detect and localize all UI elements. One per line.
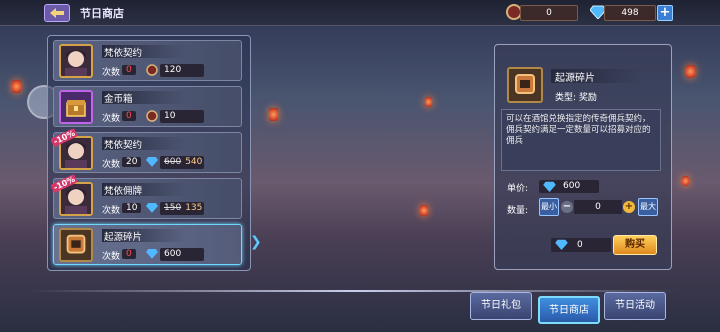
shop-item-row[interactable]: 起源碎片次数 0 600 xyxy=(53,224,242,265)
diamond-icon xyxy=(543,181,556,192)
old-price: 600 xyxy=(164,157,182,167)
lantern xyxy=(420,205,428,216)
diamond-icon xyxy=(555,239,568,250)
back-arrow-icon xyxy=(50,8,64,18)
back-button[interactable] xyxy=(44,4,70,22)
lantern xyxy=(686,65,695,78)
detail-description: 可以在酒馆兑换指定的传奇佣兵契约，佣兵契约满足一定数量可以招募对应的佣兵 xyxy=(501,109,661,171)
page-title: 节日商店 xyxy=(80,7,124,20)
detail-item-name: 起源碎片 xyxy=(551,69,641,84)
detail-type: 类型: 奖励 xyxy=(555,90,597,103)
quantity-input[interactable]: 0 xyxy=(574,200,622,214)
festival-token-icon xyxy=(146,64,158,76)
item-name: 金币箱 xyxy=(102,91,186,105)
item-detail-panel: 起源碎片 类型: 奖励 可以在酒馆兑换指定的传奇佣兵契约，佣兵契约满足一定数量可… xyxy=(494,44,672,270)
shop-item-row[interactable]: -10% 梵依契约 次数 20 600 540 xyxy=(50,127,242,173)
hero-portrait-icon xyxy=(59,44,93,78)
min-quantity-button[interactable]: 最小 xyxy=(539,198,559,216)
tab-festival-event[interactable]: 节日活动 xyxy=(604,292,666,320)
count-value: 0 xyxy=(122,111,136,121)
count-label: 次数 xyxy=(102,114,121,124)
count-label: 次数 xyxy=(102,68,121,78)
diamond-count: 498 xyxy=(604,5,656,21)
count-label: 次数 xyxy=(102,206,121,216)
item-price: 150 135 xyxy=(160,202,204,215)
shop-item-row[interactable]: 金币箱次数 0 10 xyxy=(53,86,242,127)
count-label: 次数 xyxy=(102,160,121,170)
tab-festival-shop[interactable]: 节日商店 xyxy=(538,296,600,324)
quantity-label: 数量: xyxy=(507,206,529,216)
count-value: 0 xyxy=(122,65,136,75)
count-value: 20 xyxy=(122,157,142,167)
count-value: 0 xyxy=(122,249,136,259)
lantern xyxy=(269,108,278,121)
max-quantity-button[interactable]: 最大 xyxy=(638,198,658,216)
lantern xyxy=(12,80,21,93)
diamond-icon xyxy=(146,248,158,260)
type-value: 奖励 xyxy=(578,93,597,103)
lantern xyxy=(682,176,689,186)
item-name: 梵依契约 xyxy=(102,45,186,59)
gold-chest-icon xyxy=(59,90,93,124)
tab-festival-gift[interactable]: 节日礼包 xyxy=(470,292,532,320)
new-price: 135 xyxy=(185,203,203,213)
total-price: 0 xyxy=(551,238,611,252)
decrease-quantity-button[interactable]: − xyxy=(561,201,573,213)
item-name: 起源碎片 xyxy=(102,229,186,243)
add-diamond-button[interactable]: + xyxy=(657,5,673,21)
token-count: 0 xyxy=(520,5,578,21)
lantern xyxy=(425,97,432,107)
festival-token-icon xyxy=(146,110,158,122)
selected-arrow-icon: ❯ xyxy=(250,234,262,250)
origin-fragment-icon xyxy=(507,67,543,103)
price-value: 120 xyxy=(164,65,182,75)
unit-price-label: 单价: xyxy=(507,184,529,194)
diamond-icon xyxy=(146,156,158,168)
diamond-icon xyxy=(146,202,158,214)
item-list: 梵依契约 次数 0 120 金币箱 次数 0 10 -10% 梵依契约 次数 20 600 540 -10%… xyxy=(47,35,251,271)
buy-button[interactable]: 购买 xyxy=(613,235,657,255)
price-value: 600 xyxy=(164,249,182,259)
unit-price-value: 600 xyxy=(563,181,581,191)
new-price: 540 xyxy=(185,157,203,167)
type-label: 类型: xyxy=(555,93,577,103)
count-label: 次数 xyxy=(102,252,121,262)
increase-quantity-button[interactable]: + xyxy=(623,201,635,213)
item-price: 120 xyxy=(160,64,204,77)
old-price: 150 xyxy=(164,203,182,213)
unit-price: 600 xyxy=(539,180,599,193)
origin-fragment-icon xyxy=(59,228,93,262)
top-bar: 节日商店 0 498 + xyxy=(0,0,720,26)
divider xyxy=(30,290,678,292)
item-price: 10 xyxy=(160,110,204,123)
item-name: 梵依佣牌 xyxy=(102,183,186,197)
price-value: 10 xyxy=(164,111,176,121)
shop-item-row[interactable]: -10% 梵依佣牌 次数 10 150 135 xyxy=(50,173,242,219)
game-screen: { "header":{"title":"节日商店","gift_count":… xyxy=(0,0,720,332)
item-price: 600 540 xyxy=(160,156,204,169)
shop-item-row[interactable]: 梵依契约次数 0 120 xyxy=(53,40,242,81)
item-price: 600 xyxy=(160,248,204,261)
total-price-value: 0 xyxy=(577,240,583,250)
item-name: 梵依契约 xyxy=(102,137,186,151)
count-value: 10 xyxy=(122,203,142,213)
